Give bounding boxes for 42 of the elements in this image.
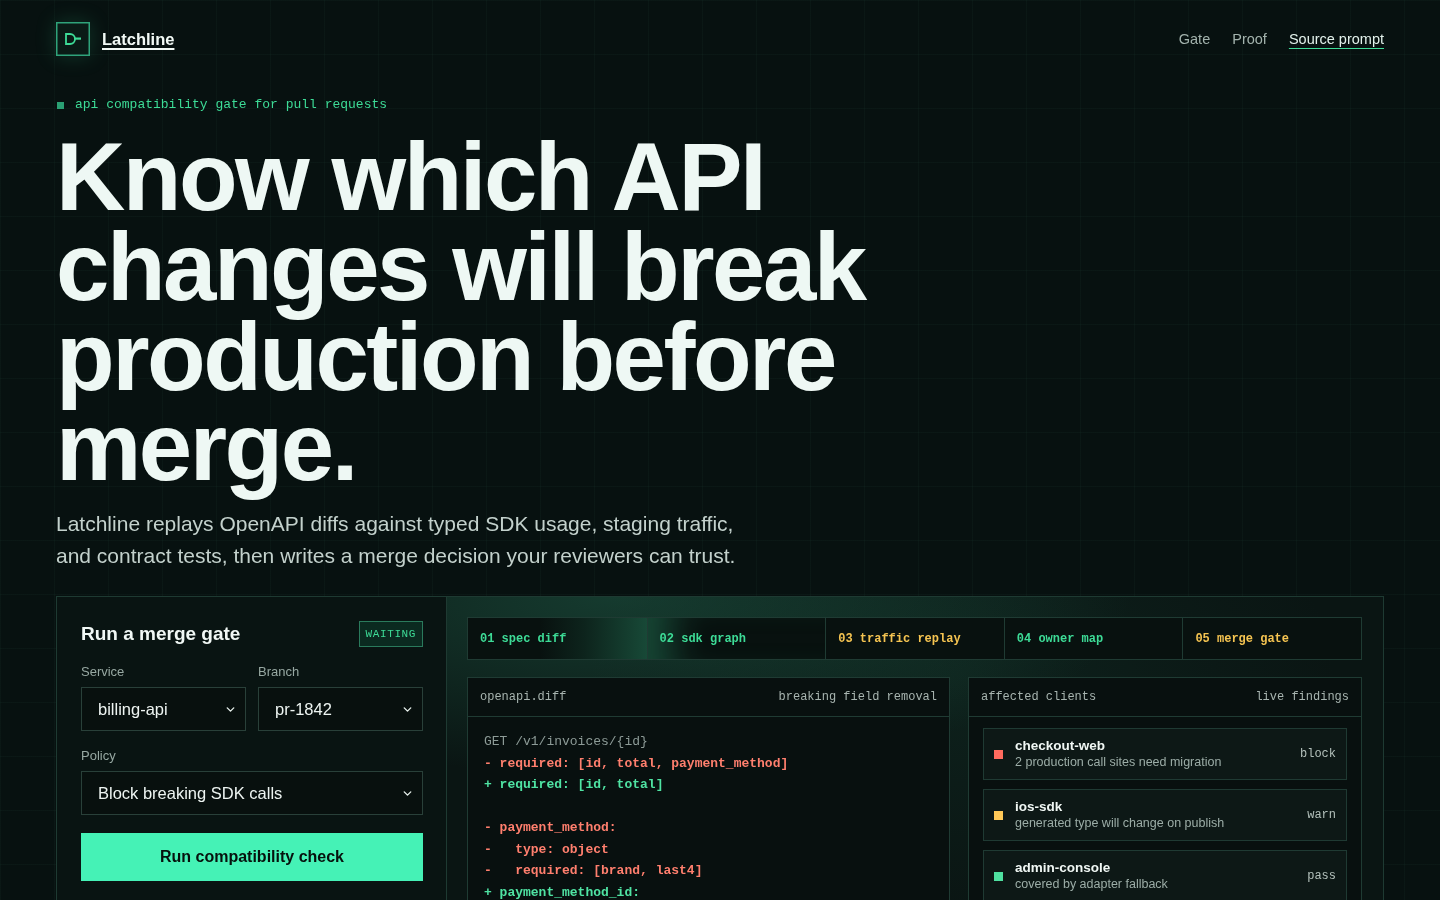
clients-caption: live findings xyxy=(1255,690,1349,704)
field-label: Policy xyxy=(81,748,117,764)
diff-line: - required: [id, total, payment_method] xyxy=(484,754,790,773)
client-detail: generated type will change on publish xyxy=(1015,814,1226,832)
eyebrow-text: api compatibility gate for pull requests xyxy=(75,97,388,113)
logo-icon xyxy=(56,22,90,56)
brand-link[interactable]: Latchline xyxy=(102,29,175,49)
nav-link[interactable]: Proof xyxy=(1232,31,1267,47)
hero-headline: Know which API changes will break production before merge. xyxy=(56,123,867,502)
select-field[interactable]: pr-1842 xyxy=(258,687,423,731)
nav-link[interactable]: Source prompt xyxy=(1288,31,1384,47)
square-bullet-icon xyxy=(57,101,64,109)
client-verdict: warn xyxy=(1307,808,1336,822)
pipeline-step: 04 owner map xyxy=(1003,618,1183,659)
hero-description: Latchline replays OpenAPI diffs against typed SDK usage, staging traffic, and contract tests, then writes a merge decision your reviewers can trust. xyxy=(56,511,737,569)
client-name: admin-console xyxy=(1015,859,1112,876)
client-name: ios-sdk xyxy=(1015,798,1064,815)
diff-line: GET /v1/invoices/{id} xyxy=(484,733,649,751)
form-title: Run a merge gate xyxy=(81,622,241,646)
run-check-button[interactable]: Run compatibility check xyxy=(81,833,423,881)
status-badge: WAITING xyxy=(358,621,423,647)
diff-line: + required: [id, total] xyxy=(484,776,665,794)
client-detail: 2 production call sites need migration xyxy=(1015,753,1223,771)
diff-line: - payment_method: xyxy=(484,819,618,837)
diff-line: - required: [brand, last4] xyxy=(484,862,704,880)
diff-line: + payment_method_id: xyxy=(484,883,642,900)
clients-title: affected clients xyxy=(981,690,1097,704)
pipeline-step: 03 traffic replay xyxy=(825,618,1004,659)
client-verdict: block xyxy=(1300,747,1336,761)
field-label: Branch xyxy=(258,664,301,680)
diff-line: - type: object xyxy=(484,840,610,859)
client-verdict: pass xyxy=(1307,869,1336,883)
pipeline-step: 02 sdk graph xyxy=(646,618,826,659)
diff-filename: openapi.diff xyxy=(480,690,567,704)
nav-link[interactable]: Gate xyxy=(1178,31,1211,47)
field-label: Service xyxy=(81,664,126,680)
select-field[interactable]: Block breaking SDK calls xyxy=(81,771,423,815)
client-detail: covered by adapter fallback xyxy=(1015,875,1169,893)
client-name: checkout-web xyxy=(1015,737,1107,754)
diff-summary: breaking field removal xyxy=(778,690,937,704)
pipeline-step: 05 merge gate xyxy=(1182,618,1361,659)
select-field[interactable]: billing-api xyxy=(81,687,246,731)
